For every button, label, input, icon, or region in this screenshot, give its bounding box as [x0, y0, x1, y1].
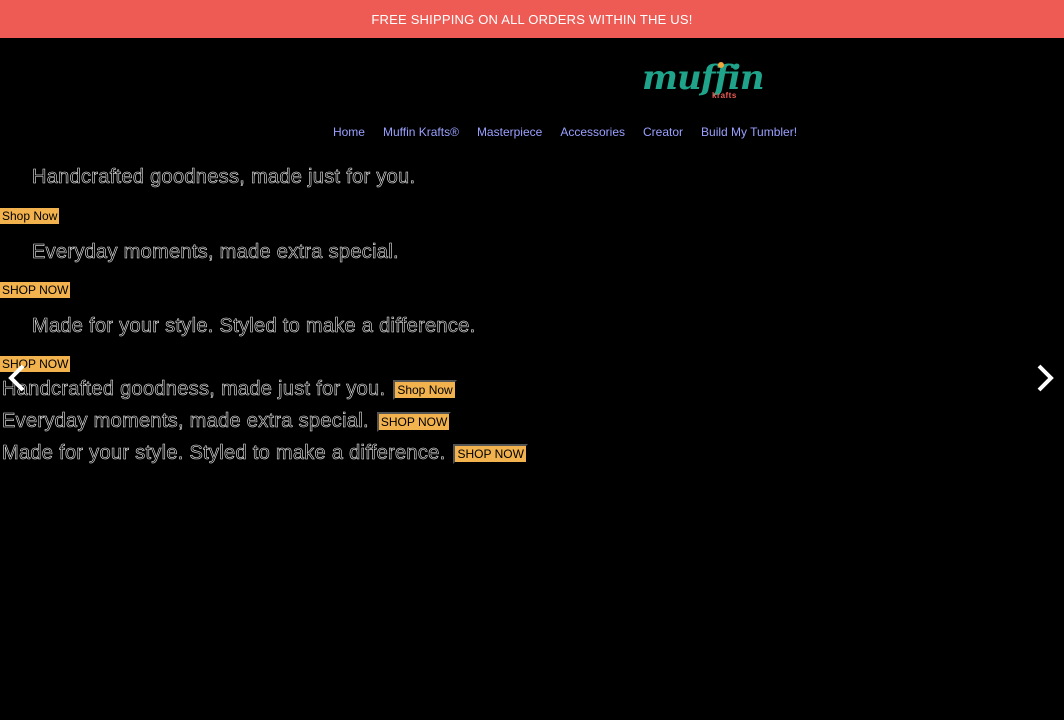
announcement-text: FREE SHIPPING ON ALL ORDERS WITHIN THE U… [371, 11, 693, 27]
nav-home[interactable]: Home [333, 124, 365, 140]
site-logo[interactable]: muffin krafts [640, 58, 765, 106]
chevron-left-icon[interactable] [6, 362, 28, 394]
slide-1-shop-button[interactable]: Shop Now [0, 208, 60, 224]
slide-row-1-headline: Handcrafted goodness, made just for you. [2, 378, 386, 401]
slide-row-2-headline: Everyday moments, made extra special. [2, 410, 369, 433]
slide-row-1-shop-button[interactable]: Shop Now [393, 379, 457, 400]
slide-2-headline: Everyday moments, made extra special. [32, 241, 399, 264]
logo-dot [718, 62, 724, 68]
slide-row-2: Everyday moments, made extra special. SH… [2, 410, 452, 433]
slide-row-3-shop-button[interactable]: SHOP NOW [453, 443, 528, 464]
nav-muffin-krafts[interactable]: Muffin Krafts® [383, 124, 459, 140]
slide-row-1: Handcrafted goodness, made just for you.… [2, 378, 457, 401]
slide-3-headline: Made for your style. Styled to make a di… [32, 315, 476, 338]
slide-row-3-headline: Made for your style. Styled to make a di… [2, 442, 446, 465]
nav-accessories[interactable]: Accessories [560, 124, 625, 140]
announcement-bar: FREE SHIPPING ON ALL ORDERS WITHIN THE U… [0, 0, 1064, 38]
slide-row-3: Made for your style. Styled to make a di… [2, 442, 528, 465]
slide-1-headline: Handcrafted goodness, made just for you. [32, 166, 416, 189]
nav-creator[interactable]: Creator [643, 124, 683, 140]
slide-2-shop-button[interactable]: SHOP NOW [0, 282, 71, 298]
main-nav: Home Muffin Krafts® Masterpiece Accessor… [0, 124, 1064, 140]
slide-row-2-shop-button[interactable]: SHOP NOW [376, 411, 452, 432]
nav-build-my-tumbler[interactable]: Build My Tumbler! [701, 124, 797, 140]
nav-masterpiece[interactable]: Masterpiece [477, 124, 542, 140]
chevron-right-icon[interactable] [1034, 362, 1056, 394]
logo-wordmark: muffin [642, 58, 765, 98]
logo-subtext: krafts [712, 91, 737, 100]
